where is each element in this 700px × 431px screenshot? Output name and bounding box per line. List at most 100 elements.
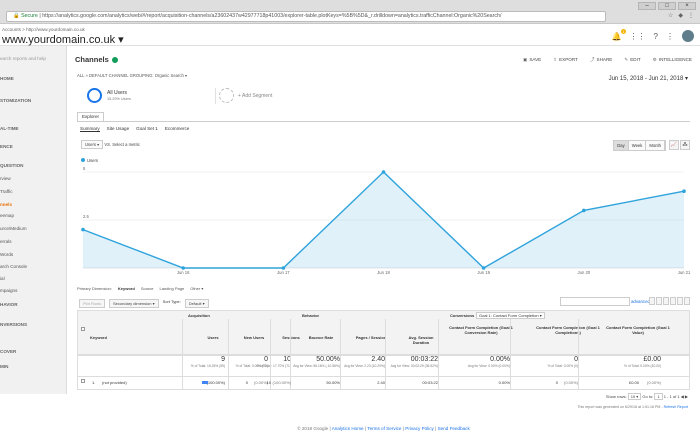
more-vert-icon[interactable]: ⋮ xyxy=(666,32,674,41)
select-all-checkbox[interactable] xyxy=(81,327,85,331)
row-checkbox[interactable] xyxy=(81,379,85,383)
intelligence-button[interactable]: ⚙ INTELLIGENCE xyxy=(653,57,692,63)
subtab-ecommerce[interactable]: Ecommerce xyxy=(165,126,190,132)
sidebar-item-nversions[interactable]: NVERSIONS xyxy=(0,322,27,327)
row-sessions-pct: (100.00%) xyxy=(272,380,291,385)
sidebar-item-nnels[interactable]: nnels xyxy=(0,202,12,207)
help-icon[interactable]: ? xyxy=(654,32,658,41)
dimension-keyword[interactable]: Keyword xyxy=(118,286,135,291)
pivot-view-icon[interactable] xyxy=(684,297,690,305)
share-label: SHARE xyxy=(596,57,613,62)
sidebar-item-havior[interactable]: HAVIOR xyxy=(0,302,18,307)
subtab-goal-set-1[interactable]: Goal Set 1 xyxy=(136,126,158,132)
motion-chart-icon[interactable]: ⁂ xyxy=(680,140,690,150)
advanced-filter-link[interactable]: advanced xyxy=(631,299,650,304)
sidebar-item-arch-console[interactable]: arch Console xyxy=(0,264,27,269)
star-icon[interactable]: ☆ xyxy=(668,12,673,19)
sidebar-item-cover[interactable]: COVER xyxy=(0,349,16,354)
avatar[interactable] xyxy=(682,30,694,42)
address-bar[interactable]: 🔒 Secure | https://analytics.google.com/… xyxy=(6,11,606,22)
date-range-picker[interactable]: Jun 15, 2018 - Jun 21, 2018 ▾ xyxy=(609,75,688,82)
table-view-icons xyxy=(649,297,690,305)
sort-type-label: Sort Type: xyxy=(162,299,181,304)
bar-view-icon[interactable] xyxy=(663,297,669,305)
add-segment-button[interactable]: + Add Segment xyxy=(219,88,299,104)
property-selector[interactable]: www.yourdomain.co.uk ▾ xyxy=(2,33,124,46)
subtab-summary[interactable]: Summary xyxy=(80,126,100,132)
sidebar-item-al-time[interactable]: AL-TIME xyxy=(0,126,19,131)
apps-grid-icon[interactable]: ⋮⋮ xyxy=(630,32,646,41)
footer-link-analytics-home[interactable]: Analytics Home xyxy=(332,426,364,431)
pie-view-icon[interactable] xyxy=(656,297,662,305)
sidebar-item-words[interactable]: Words xyxy=(0,252,13,257)
footer-link-terms-of-service[interactable]: Terms of Service xyxy=(367,426,401,431)
column-header-avg-session-duration[interactable]: Avg. Session Duration xyxy=(400,335,442,345)
table-group-header xyxy=(78,311,689,319)
menu-icon[interactable]: ⋮ xyxy=(688,12,694,19)
sidebar-search-input[interactable]: earch reports and help xyxy=(0,56,46,61)
goto-page-input[interactable]: 1 xyxy=(654,393,663,400)
dimension-landing-page[interactable]: Landing Page xyxy=(160,286,185,291)
table-search-input[interactable] xyxy=(560,297,630,306)
next-page-icon[interactable]: ▶ xyxy=(685,394,688,399)
segment-all-users[interactable]: All Users 15.29% Users xyxy=(87,88,187,104)
extension-icon[interactable]: ◆ xyxy=(678,12,683,19)
column-header-bounce-rate[interactable]: Bounce Rate xyxy=(300,335,342,340)
share-button[interactable]: ⤴ SHARE xyxy=(590,57,612,63)
sidebar-item-errals[interactable]: errals xyxy=(0,239,12,244)
dimension-other[interactable]: Other ▾ xyxy=(190,286,203,291)
select-metric-link[interactable]: Select a metric xyxy=(112,142,140,147)
footer-link-send-feedback[interactable]: Send Feedback xyxy=(438,426,470,431)
granularity-day-button[interactable]: Day xyxy=(614,141,629,150)
notifications-bell-icon[interactable]: 🔔 1 xyxy=(612,28,626,41)
maximize-button[interactable]: □ xyxy=(658,2,676,10)
data-point xyxy=(381,170,386,174)
sidebar-item-mpaigns[interactable]: mpaigns xyxy=(0,288,17,293)
sidebar-item-quisition[interactable]: QUISITION xyxy=(0,163,23,168)
compare-view-icon[interactable] xyxy=(670,297,676,305)
column-separator xyxy=(270,319,271,389)
table-view-icon[interactable] xyxy=(649,297,655,305)
refresh-report-link[interactable]: Refresh Report xyxy=(664,405,688,409)
dimension-source[interactable]: Source xyxy=(141,286,154,291)
close-window-button[interactable]: × xyxy=(678,2,696,10)
sidebar-item-eemap[interactable]: eemap xyxy=(0,213,14,218)
export-button[interactable]: ⇪ EXPORT xyxy=(553,57,578,63)
save-button[interactable]: ▣ SAVE xyxy=(523,57,541,63)
granularity-month-button[interactable]: Month xyxy=(646,141,665,150)
row-keyword-link[interactable]: (not provided) xyxy=(102,380,127,385)
sidebar-item-traffic[interactable]: Traffic xyxy=(0,189,13,194)
sort-type-dropdown[interactable]: Default ▾ xyxy=(184,299,209,308)
sidebar-item-stomization[interactable]: STOMIZATION xyxy=(0,98,31,103)
line-chart-icon[interactable]: 📈 xyxy=(669,140,679,150)
sidebar-item-min[interactable]: MIN xyxy=(0,364,8,369)
column-separator xyxy=(510,319,511,389)
term-cloud-icon[interactable] xyxy=(677,297,683,305)
granularity-week-button[interactable]: Week xyxy=(628,141,647,150)
secondary-dimension-dropdown[interactable]: Secondary dimension ▾ xyxy=(109,299,159,308)
prev-page-icon[interactable]: ◀ xyxy=(681,394,684,399)
account-breadcrumb[interactable]: Accounts > http://www.yourdomain.co.uk xyxy=(2,27,85,32)
column-header-new-users[interactable]: New Users xyxy=(233,335,275,340)
sidebar-item-rview[interactable]: rview xyxy=(0,176,11,181)
subtab-site-usage[interactable]: Site Usage xyxy=(107,126,129,132)
total-sub-6: Avg for View: 00:02:29 (35.52%) xyxy=(390,364,438,368)
breadcrumb[interactable]: ALL » DEFAULT CHANNEL GROUPING: Organic … xyxy=(77,73,187,78)
sidebar-item-ence[interactable]: ENCE xyxy=(0,144,13,149)
sidebar-item-home[interactable]: HOME xyxy=(0,76,14,81)
plot-rows-button[interactable]: Plot Rows xyxy=(79,299,106,308)
footer-link-privacy-policy[interactable]: Privacy Policy xyxy=(405,426,434,431)
column-header-contact-form-completion-goal-1-completions[interactable]: Contact Form Completion (Goal 1 Completi… xyxy=(533,325,603,335)
sidebar-item-urce-medium[interactable]: urce/Medium xyxy=(0,226,27,231)
column-header-contact-form-completion-goal-1-conversion-rate[interactable]: Contact Form Completion (Goal 1 Conversi… xyxy=(446,325,516,335)
minimize-button[interactable]: – xyxy=(638,2,656,10)
vs-label: VS. xyxy=(104,142,112,147)
rows-per-page-select[interactable]: 10 ▾ xyxy=(627,393,642,400)
column-header-contact-form-completion-goal-1-value[interactable]: Contact Form Completion (Goal 1 Value) xyxy=(603,325,673,335)
chart-type-icons: 📈 ⁂ xyxy=(669,140,690,150)
edit-button[interactable]: ✎ EDIT xyxy=(624,57,640,63)
sidebar-item-ial[interactable]: ial xyxy=(0,276,5,281)
primary-metric-dropdown[interactable]: Users ▾ xyxy=(81,140,104,149)
segment-name: All Users xyxy=(107,90,128,96)
goal-selector-dropdown[interactable]: Goal 1: Contact Form Completion ▾ xyxy=(476,312,545,319)
